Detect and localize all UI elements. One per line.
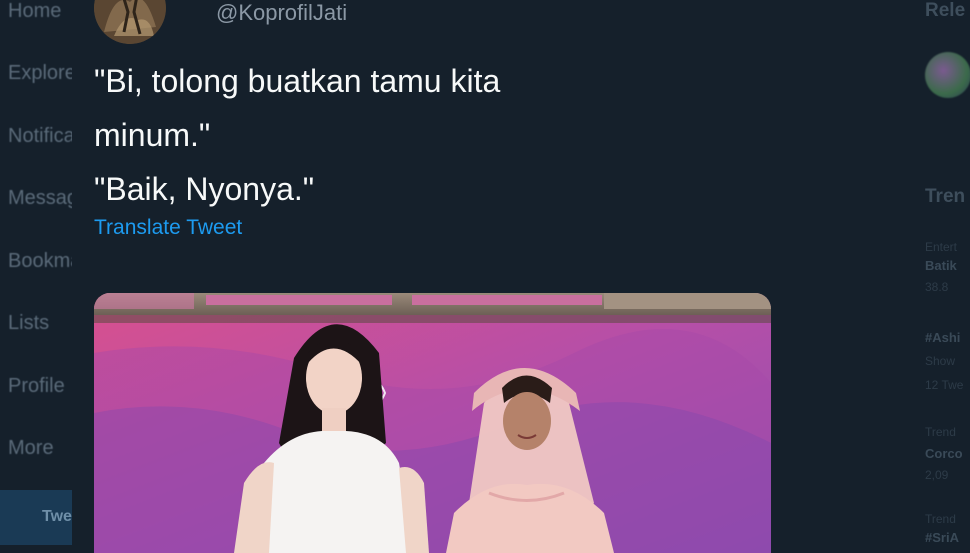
author-avatar[interactable] <box>94 0 166 44</box>
author-handle[interactable]: @KoprofilJati <box>216 0 347 26</box>
trend-count: 2,09 <box>925 468 949 482</box>
tweet-text-line: minum." <box>94 117 211 153</box>
trend-context: Trend <box>925 425 956 439</box>
nav-item-bookmarks[interactable]: Bookmarks <box>8 250 72 273</box>
trend-count: Show <box>925 354 956 368</box>
trend-context: Trend <box>925 512 956 526</box>
nav-item-notifications[interactable]: Notifications <box>8 125 72 148</box>
trend-name-ashi[interactable]: #Ashi <box>925 330 960 345</box>
trend-context: Entert <box>925 240 958 254</box>
relevant-person-avatar[interactable] <box>925 52 970 98</box>
trend-name-corco[interactable]: Corco <box>925 446 963 461</box>
trend-name-sria[interactable]: #SriA <box>925 530 959 545</box>
translate-tweet-link[interactable]: Translate Tweet <box>94 216 242 240</box>
trends-header: Tren <box>925 186 966 207</box>
nav-item-profile[interactable]: Profile <box>8 375 65 398</box>
tweet-compose-label: Tweet <box>42 508 72 525</box>
left-navigation: Home Explore Notifications Messages Book… <box>0 0 72 545</box>
nav-item-explore[interactable]: Explore <box>8 62 72 85</box>
nav-item-lists[interactable]: Lists <box>8 312 49 335</box>
avatar-image-icon <box>94 0 166 44</box>
nav-item-messages[interactable]: Messages <box>8 187 72 210</box>
relevant-people-header: Rele <box>925 0 966 21</box>
nav-item-home[interactable]: Home <box>8 0 61 23</box>
nav-item-more[interactable]: More <box>8 437 54 460</box>
tweet-text-line: "Bi, tolong buatkan tamu kita <box>94 63 501 99</box>
tweet-text-line: "Baik, Nyonya." <box>94 171 315 207</box>
trend-count: 38.8 <box>925 280 949 294</box>
tweet-detail: @KoprofilJati "Bi, tolong buatkan tamu k… <box>72 0 870 553</box>
trend-count: 12 Twe <box>925 378 964 392</box>
trend-name-batik[interactable]: Batik <box>925 258 957 273</box>
tweet-text: "Bi, tolong buatkan tamu kita minum." "B… <box>94 54 714 216</box>
tweet-compose-button[interactable]: Tweet <box>0 490 72 545</box>
right-sidebar: Rele Tren Entert Batik 38.8 #Ashi Show 1… <box>870 0 970 545</box>
photo-icon <box>94 293 771 553</box>
tweet-media-photo[interactable] <box>94 293 771 553</box>
